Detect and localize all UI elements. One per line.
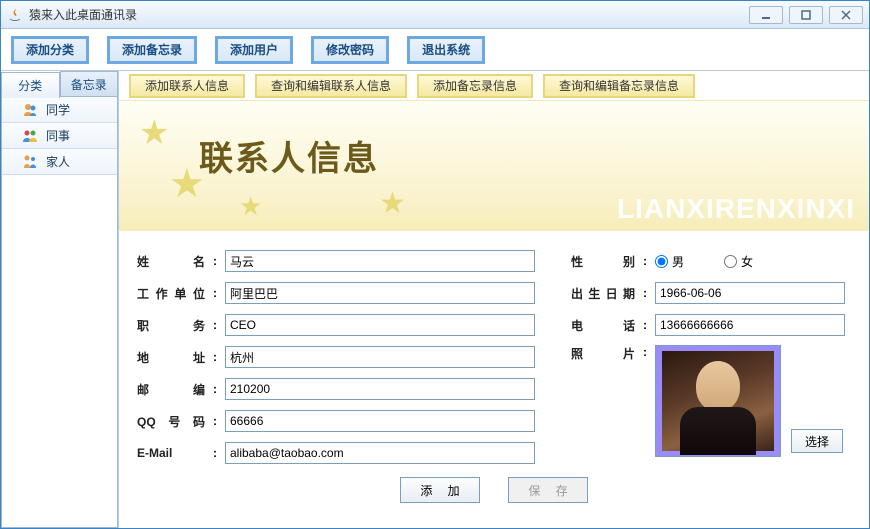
label-qq: QQ号码	[137, 413, 205, 430]
subtab-add-contact[interactable]: 添加联系人信息	[129, 74, 245, 98]
label-email: E-Mail	[137, 446, 205, 460]
birthday-field[interactable]	[655, 282, 845, 304]
gender-radio-group: 男 女	[655, 253, 753, 270]
titlebar: 猿来入此桌面通讯录	[1, 1, 869, 29]
add-memo-button[interactable]: 添加备忘录	[107, 36, 197, 64]
email-field[interactable]	[225, 442, 535, 464]
sub-toolbar: 添加联系人信息 查询和编辑联系人信息 添加备忘录信息 查询和编辑备忘录信息	[119, 71, 869, 101]
label-name: 姓 名	[137, 253, 205, 270]
qq-field[interactable]	[225, 410, 535, 432]
portrait-placeholder	[662, 351, 774, 451]
gender-female-radio[interactable]	[724, 255, 737, 268]
main-area: 添加联系人信息 查询和编辑联系人信息 添加备忘录信息 查询和编辑备忘录信息 ★ …	[119, 71, 869, 528]
gender-male-option[interactable]: 男	[655, 253, 684, 270]
subtab-add-memo[interactable]: 添加备忘录信息	[417, 74, 533, 98]
label-phone: 电 话	[571, 317, 635, 334]
position-field[interactable]	[225, 314, 535, 336]
banner-subtitle: LIANXIRENXINXI	[617, 193, 855, 225]
postcode-field[interactable]	[225, 378, 535, 400]
sidebar-item-label: 同学	[46, 101, 70, 118]
people-color-icon	[22, 128, 38, 144]
label-workplace: 工作单位	[137, 285, 205, 302]
change-password-button[interactable]: 修改密码	[311, 36, 389, 64]
photo-preview	[655, 345, 781, 457]
add-user-button[interactable]: 添加用户	[215, 36, 293, 64]
maximize-button[interactable]	[789, 6, 823, 24]
sidebar-item-label: 同事	[46, 127, 70, 144]
label-position: 职 务	[137, 317, 205, 334]
phone-field[interactable]	[655, 314, 845, 336]
label-postcode: 邮 编	[137, 381, 205, 398]
banner: ★ ★ ★ ★ 联系人信息 LIANXIRENXINXI	[119, 101, 869, 231]
subtab-query-memo[interactable]: 查询和编辑备忘录信息	[543, 74, 695, 98]
people-icon	[22, 102, 38, 118]
add-category-button[interactable]: 添加分类	[11, 36, 89, 64]
minimize-button[interactable]	[749, 6, 783, 24]
tab-memo[interactable]: 备忘录	[60, 71, 119, 97]
save-button[interactable]: 保 存	[508, 477, 588, 503]
sidebar-item-colleague[interactable]: 同事	[2, 123, 117, 149]
workplace-field[interactable]	[225, 282, 535, 304]
java-icon	[7, 7, 23, 23]
address-field[interactable]	[225, 346, 535, 368]
sidebar-item-label: 家人	[46, 153, 70, 170]
category-list: 同学 同事 家人	[1, 97, 118, 528]
close-button[interactable]	[829, 6, 863, 24]
label-gender: 性 别	[571, 253, 635, 270]
window-title: 猿来入此桌面通讯录	[29, 6, 137, 23]
gender-female-option[interactable]: 女	[724, 253, 753, 270]
label-birthday: 出生日期	[571, 285, 635, 302]
label-photo: 照 片	[571, 345, 635, 362]
sidebar-item-classmate[interactable]: 同学	[2, 97, 117, 123]
exit-system-button[interactable]: 退出系统	[407, 36, 485, 64]
tab-category[interactable]: 分类	[1, 72, 60, 98]
label-address: 地 址	[137, 349, 205, 366]
name-field[interactable]	[225, 250, 535, 272]
sidebar-item-family[interactable]: 家人	[2, 149, 117, 175]
subtab-query-contact[interactable]: 查询和编辑联系人信息	[255, 74, 407, 98]
add-button[interactable]: 添 加	[400, 477, 480, 503]
sidebar: 分类 备忘录 同学 同事 家人	[1, 71, 119, 528]
choose-photo-button[interactable]: 选择	[791, 429, 843, 453]
contact-form: 姓 名: 工作单位: 职 务: 地 址: 邮 编: QQ号码: E-Mail: …	[119, 231, 869, 528]
gender-male-radio[interactable]	[655, 255, 668, 268]
family-icon	[22, 154, 38, 170]
banner-title: 联系人信息	[199, 131, 379, 180]
main-toolbar: 添加分类 添加备忘录 添加用户 修改密码 退出系统	[1, 29, 869, 71]
